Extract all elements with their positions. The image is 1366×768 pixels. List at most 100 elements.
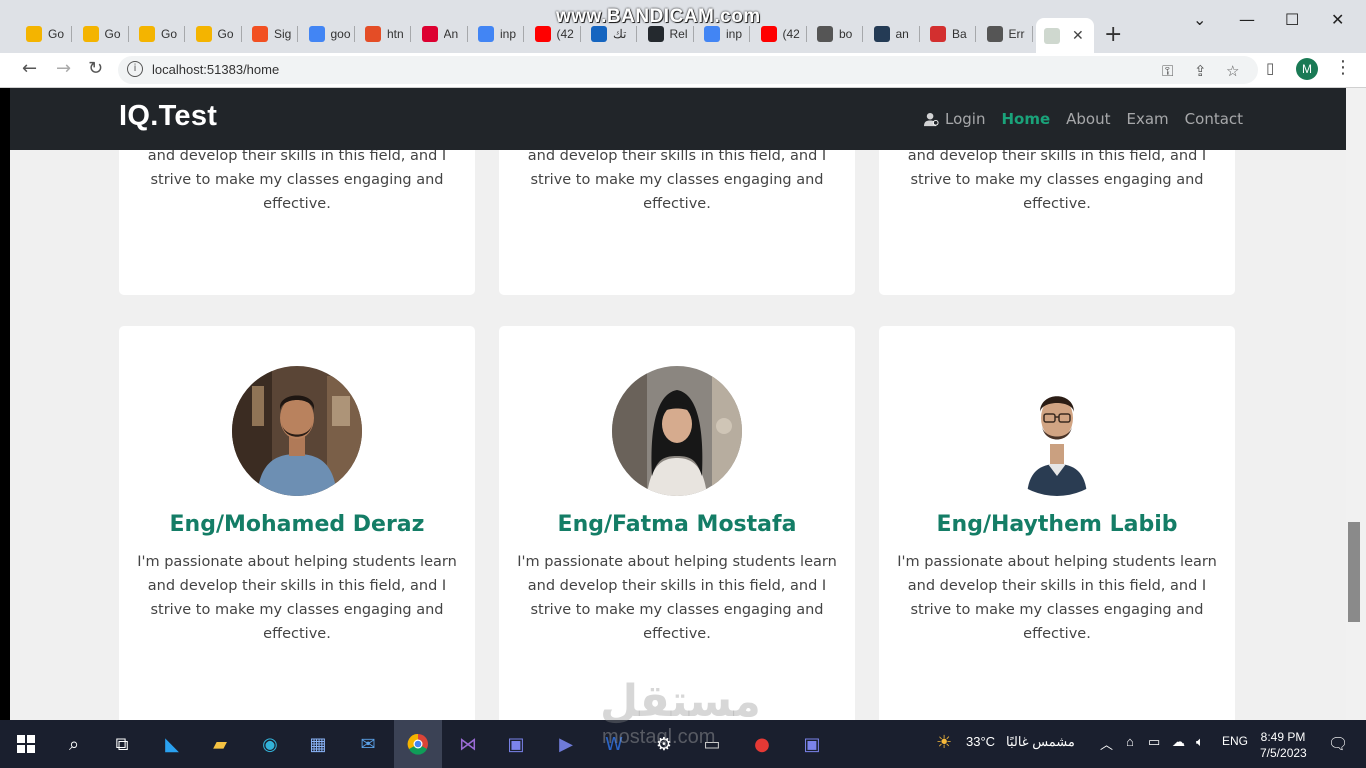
teacher-photo: [612, 366, 742, 496]
angular-icon: [421, 26, 438, 42]
browser-tab[interactable]: An: [414, 20, 468, 48]
nav-about[interactable]: About: [1066, 110, 1110, 128]
site-info-icon[interactable]: i: [127, 61, 143, 77]
user-icon: [924, 112, 939, 126]
tab-title: goo: [330, 27, 351, 41]
recording-watermark: www.BANDICAM.com: [556, 6, 761, 27]
windows-start-icon[interactable]: [12, 730, 40, 758]
forward-button[interactable]: →: [56, 58, 71, 79]
active-tab[interactable]: ✕: [1036, 18, 1094, 53]
record-icon: [930, 26, 946, 42]
close-window-button[interactable]: ✕: [1331, 10, 1344, 29]
language-indicator[interactable]: ENG: [1222, 734, 1248, 748]
chrome-icon[interactable]: [404, 730, 432, 758]
url-text[interactable]: localhost:51383/home: [152, 62, 279, 77]
battery-icon[interactable]: ▭: [1148, 734, 1160, 750]
browser-tab[interactable]: htn: [357, 20, 411, 48]
browser-tab[interactable]: goo: [301, 20, 355, 48]
browser-tab[interactable]: Ba: [922, 20, 976, 48]
side-panel-icon[interactable]: ▯: [1266, 59, 1274, 77]
system-clock[interactable]: 8:49 PM 7/5/2023: [1260, 729, 1307, 761]
weather-icon[interactable]: ☀: [936, 732, 952, 753]
network-icon[interactable]: ⌂: [1126, 734, 1134, 749]
address-bar[interactable]: i localhost:51383/home ⚿ ⇪ ☆: [118, 56, 1258, 84]
teams-notification-icon[interactable]: ▣: [798, 730, 826, 758]
tab-separator: [297, 26, 298, 42]
search-icon[interactable]: ⌕: [60, 730, 88, 758]
nav-login-label: Login: [945, 110, 986, 128]
teacher-card: Eng/Mohamed Deraz I'm passionate about h…: [119, 326, 475, 720]
globe-icon: [817, 26, 833, 42]
nav-exam[interactable]: Exam: [1127, 110, 1169, 128]
tab-title: An: [443, 27, 459, 41]
browser-tab[interactable]: bo: [809, 20, 863, 48]
browser-tab[interactable]: Go: [75, 20, 129, 48]
teams-icon[interactable]: ▣: [502, 730, 530, 758]
close-tab-icon[interactable]: ✕: [1072, 28, 1084, 44]
tab-title: Go: [104, 27, 121, 41]
teacher-name: Eng/Mohamed Deraz: [169, 512, 425, 537]
page-loading-icon: [1044, 27, 1060, 44]
store-icon[interactable]: ▦: [304, 730, 332, 758]
notification-center-icon[interactable]: 🗨︎: [1328, 734, 1348, 754]
weather-text[interactable]: مشمس غالبًا: [1006, 734, 1075, 750]
nav-home[interactable]: Home: [1001, 110, 1050, 128]
edge-icon[interactable]: ◉: [256, 730, 284, 758]
vscode-icon[interactable]: ◣: [158, 730, 186, 758]
file-explorer-icon[interactable]: ▰: [206, 730, 234, 758]
teacher-bio: and develop their skills in this field, …: [907, 148, 1207, 212]
tab-separator: [523, 26, 524, 42]
tab-search-icon[interactable]: ⌄: [1193, 10, 1206, 29]
reload-button[interactable]: ↻: [88, 58, 103, 79]
weather-temp[interactable]: 33°C: [966, 734, 995, 749]
key-icon[interactable]: ⚿: [1162, 62, 1173, 80]
tab-separator: [805, 26, 807, 42]
tray-chevron-icon[interactable]: ︿: [1100, 734, 1113, 753]
task-view-icon[interactable]: ⧉: [108, 730, 136, 758]
back-button[interactable]: ←: [22, 58, 37, 79]
teacher-bio: I'm passionate about helping students le…: [897, 554, 1217, 642]
page-scrollbar[interactable]: [1346, 88, 1366, 720]
tab-title: Ba: [952, 27, 967, 41]
tab-title: Sig: [274, 27, 292, 41]
cloud-icon[interactable]: ☁: [1172, 734, 1185, 750]
browser-tab[interactable]: an: [866, 20, 920, 48]
browser-tab[interactable]: Go: [188, 20, 242, 48]
tab-separator: [1031, 26, 1033, 42]
browser-tab[interactable]: inp: [470, 20, 524, 48]
share-icon[interactable]: ⇪: [1194, 62, 1207, 80]
minimize-button[interactable]: —: [1239, 10, 1255, 29]
teacher-card: Eng/Haythem Labib I'm passionate about h…: [879, 326, 1235, 720]
teacher-bio: and develop their skills in this field, …: [147, 148, 447, 212]
browser-tab[interactable]: Go: [131, 20, 185, 48]
visual-studio-icon[interactable]: ⋈: [454, 730, 482, 758]
tab-separator: [692, 26, 694, 42]
terminal-icon: [873, 26, 890, 42]
browser-menu-icon[interactable]: ⋮: [1334, 57, 1352, 78]
bookmark-star-icon[interactable]: ☆: [1226, 62, 1239, 80]
new-tab-button[interactable]: +: [1104, 22, 1122, 47]
teacher-name: Eng/Haythem Labib: [936, 512, 1178, 537]
mail-icon[interactable]: ✉: [354, 730, 382, 758]
site-brand[interactable]: IQ.Test: [119, 100, 217, 133]
youtube-icon: [534, 26, 551, 42]
volume-icon[interactable]: 🔈︎: [1196, 734, 1204, 750]
nav-login[interactable]: Login: [924, 110, 985, 128]
teacher-card: Eng/Fatma Mostafa I'm passionate about h…: [499, 326, 855, 720]
tab-title: inp: [726, 27, 743, 41]
tab-title: (42: [782, 27, 800, 41]
page-viewport: IQ.Test Login Home About Exam Contact an…: [10, 88, 1346, 720]
browser-tab[interactable]: Err: [979, 20, 1033, 48]
maximize-button[interactable]: ☐: [1285, 10, 1299, 29]
google-classroom-icon: [139, 26, 155, 42]
profile-avatar[interactable]: M: [1296, 58, 1318, 80]
nav-contact[interactable]: Contact: [1185, 110, 1243, 128]
teacher-bio: I'm passionate about helping students le…: [517, 554, 837, 642]
browser-tab[interactable]: Go: [18, 20, 72, 48]
youtube-icon: [760, 26, 777, 42]
bandicam-icon[interactable]: ●: [748, 730, 776, 758]
browser-tab[interactable]: Sig: [244, 20, 298, 48]
google-icon: [704, 26, 720, 42]
media-player-icon[interactable]: ▶: [552, 730, 580, 758]
scrollbar-thumb[interactable]: [1348, 522, 1360, 622]
